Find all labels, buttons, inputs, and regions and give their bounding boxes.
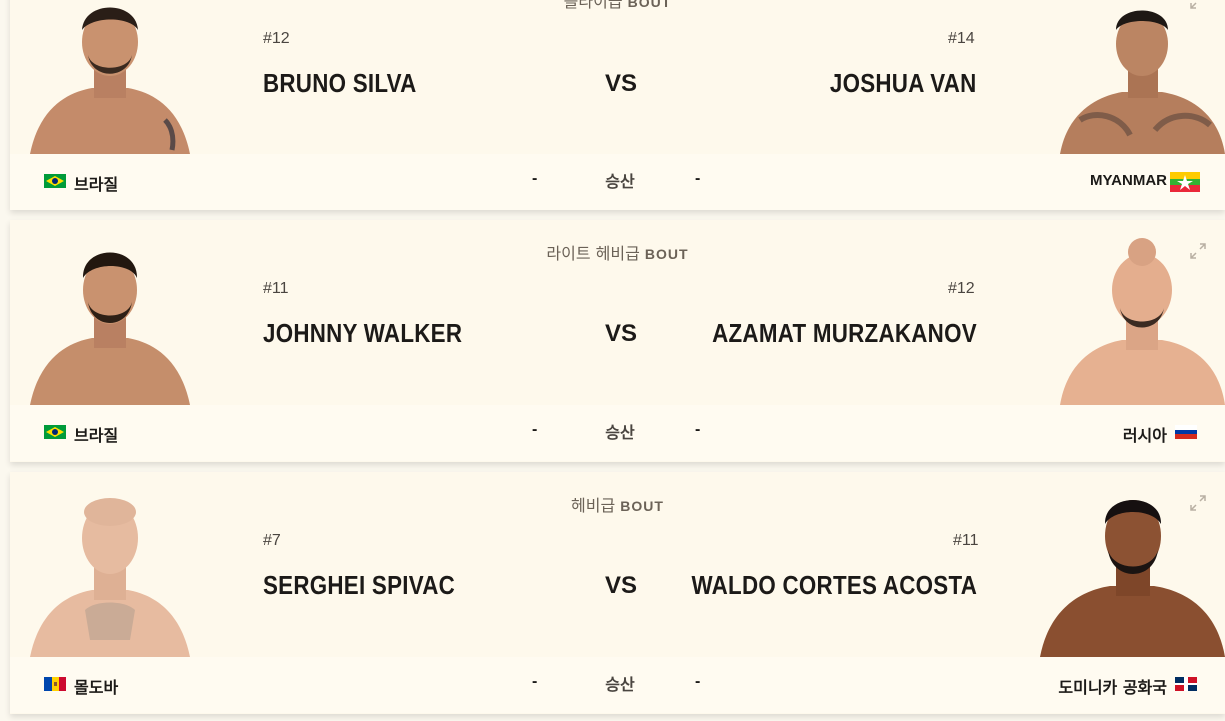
red-fighter-photo[interactable] [30, 0, 190, 154]
red-fighter-rank: #12 [263, 30, 290, 47]
bout-card[interactable]: 헤비급 BOUT #7 SERGHEI SPIVAC VS #11 WALDO … [10, 472, 1225, 714]
russia-flag-icon [1175, 425, 1197, 439]
blue-fighter-rank: #11 [953, 532, 979, 549]
blue-fighter-country: 도미니카 공화국 [1058, 678, 1167, 697]
dominican-republic-flag-icon [1175, 677, 1197, 691]
vs-label: VS [605, 320, 638, 347]
red-fighter-odds: - [532, 421, 538, 438]
red-fighter-country: 몰도바 [74, 678, 119, 697]
blue-fighter-odds: - [695, 421, 701, 438]
bout-weight-class: 플라이급 BOUT [563, 0, 672, 11]
red-fighter-name[interactable]: BRUNO SILVA [263, 68, 417, 99]
blue-fighter-odds: - [695, 170, 701, 187]
blue-fighter-name[interactable]: AZAMAT MURZAKANOV [712, 318, 977, 349]
blue-fighter-rank: #14 [948, 30, 975, 47]
red-fighter-rank: #7 [263, 532, 281, 549]
bout-card[interactable]: 플라이급 BOUT #12 BRUNO SILVA VS #14 JOSHUA … [10, 0, 1225, 210]
red-fighter-photo[interactable] [30, 490, 190, 657]
red-fighter-odds: - [532, 673, 538, 690]
vs-label: VS [605, 572, 638, 599]
bout-footer: 브라질 - 승산 - MYANMAR [10, 154, 1225, 210]
bout-card[interactable]: 라이트 헤비급 BOUT #11 JOHNNY WALKER VS #12 AZ… [10, 220, 1225, 462]
blue-fighter-photo[interactable] [1060, 0, 1225, 154]
red-fighter-odds: - [532, 170, 538, 187]
blue-fighter-odds: - [695, 673, 701, 690]
red-fighter-name[interactable]: SERGHEI SPIVAC [263, 570, 455, 601]
odds-label: 승산 [605, 675, 635, 694]
moldova-flag-icon [44, 677, 66, 691]
blue-fighter-rank: #12 [948, 280, 975, 297]
myanmar-flag-icon [1170, 172, 1200, 192]
blue-fighter-photo[interactable] [1060, 238, 1225, 405]
red-fighter-country: 브라질 [74, 175, 119, 194]
red-fighter-photo[interactable] [30, 238, 190, 405]
red-fighter-rank: #11 [263, 280, 289, 297]
bout-footer: 브라질 - 승산 - 러시아 [10, 405, 1225, 461]
blue-fighter-country: MYANMAR [1090, 172, 1167, 189]
brazil-flag-icon [44, 174, 66, 188]
odds-label: 승산 [605, 172, 635, 191]
bout-footer: 몰도바 - 승산 - 도미니카 공화국 [10, 657, 1225, 713]
red-fighter-name[interactable]: JOHNNY WALKER [263, 318, 462, 349]
bout-weight-class: 라이트 헤비급 BOUT [546, 244, 689, 263]
vs-label: VS [605, 70, 638, 97]
odds-label: 승산 [605, 423, 635, 442]
blue-fighter-name[interactable]: WALDO CORTES ACOSTA [691, 570, 977, 601]
blue-fighter-country: 러시아 [1122, 426, 1167, 445]
red-fighter-country: 브라질 [74, 426, 119, 445]
blue-fighter-name[interactable]: JOSHUA VAN [830, 68, 977, 99]
blue-fighter-photo[interactable] [1040, 490, 1225, 657]
brazil-flag-icon [44, 425, 66, 439]
